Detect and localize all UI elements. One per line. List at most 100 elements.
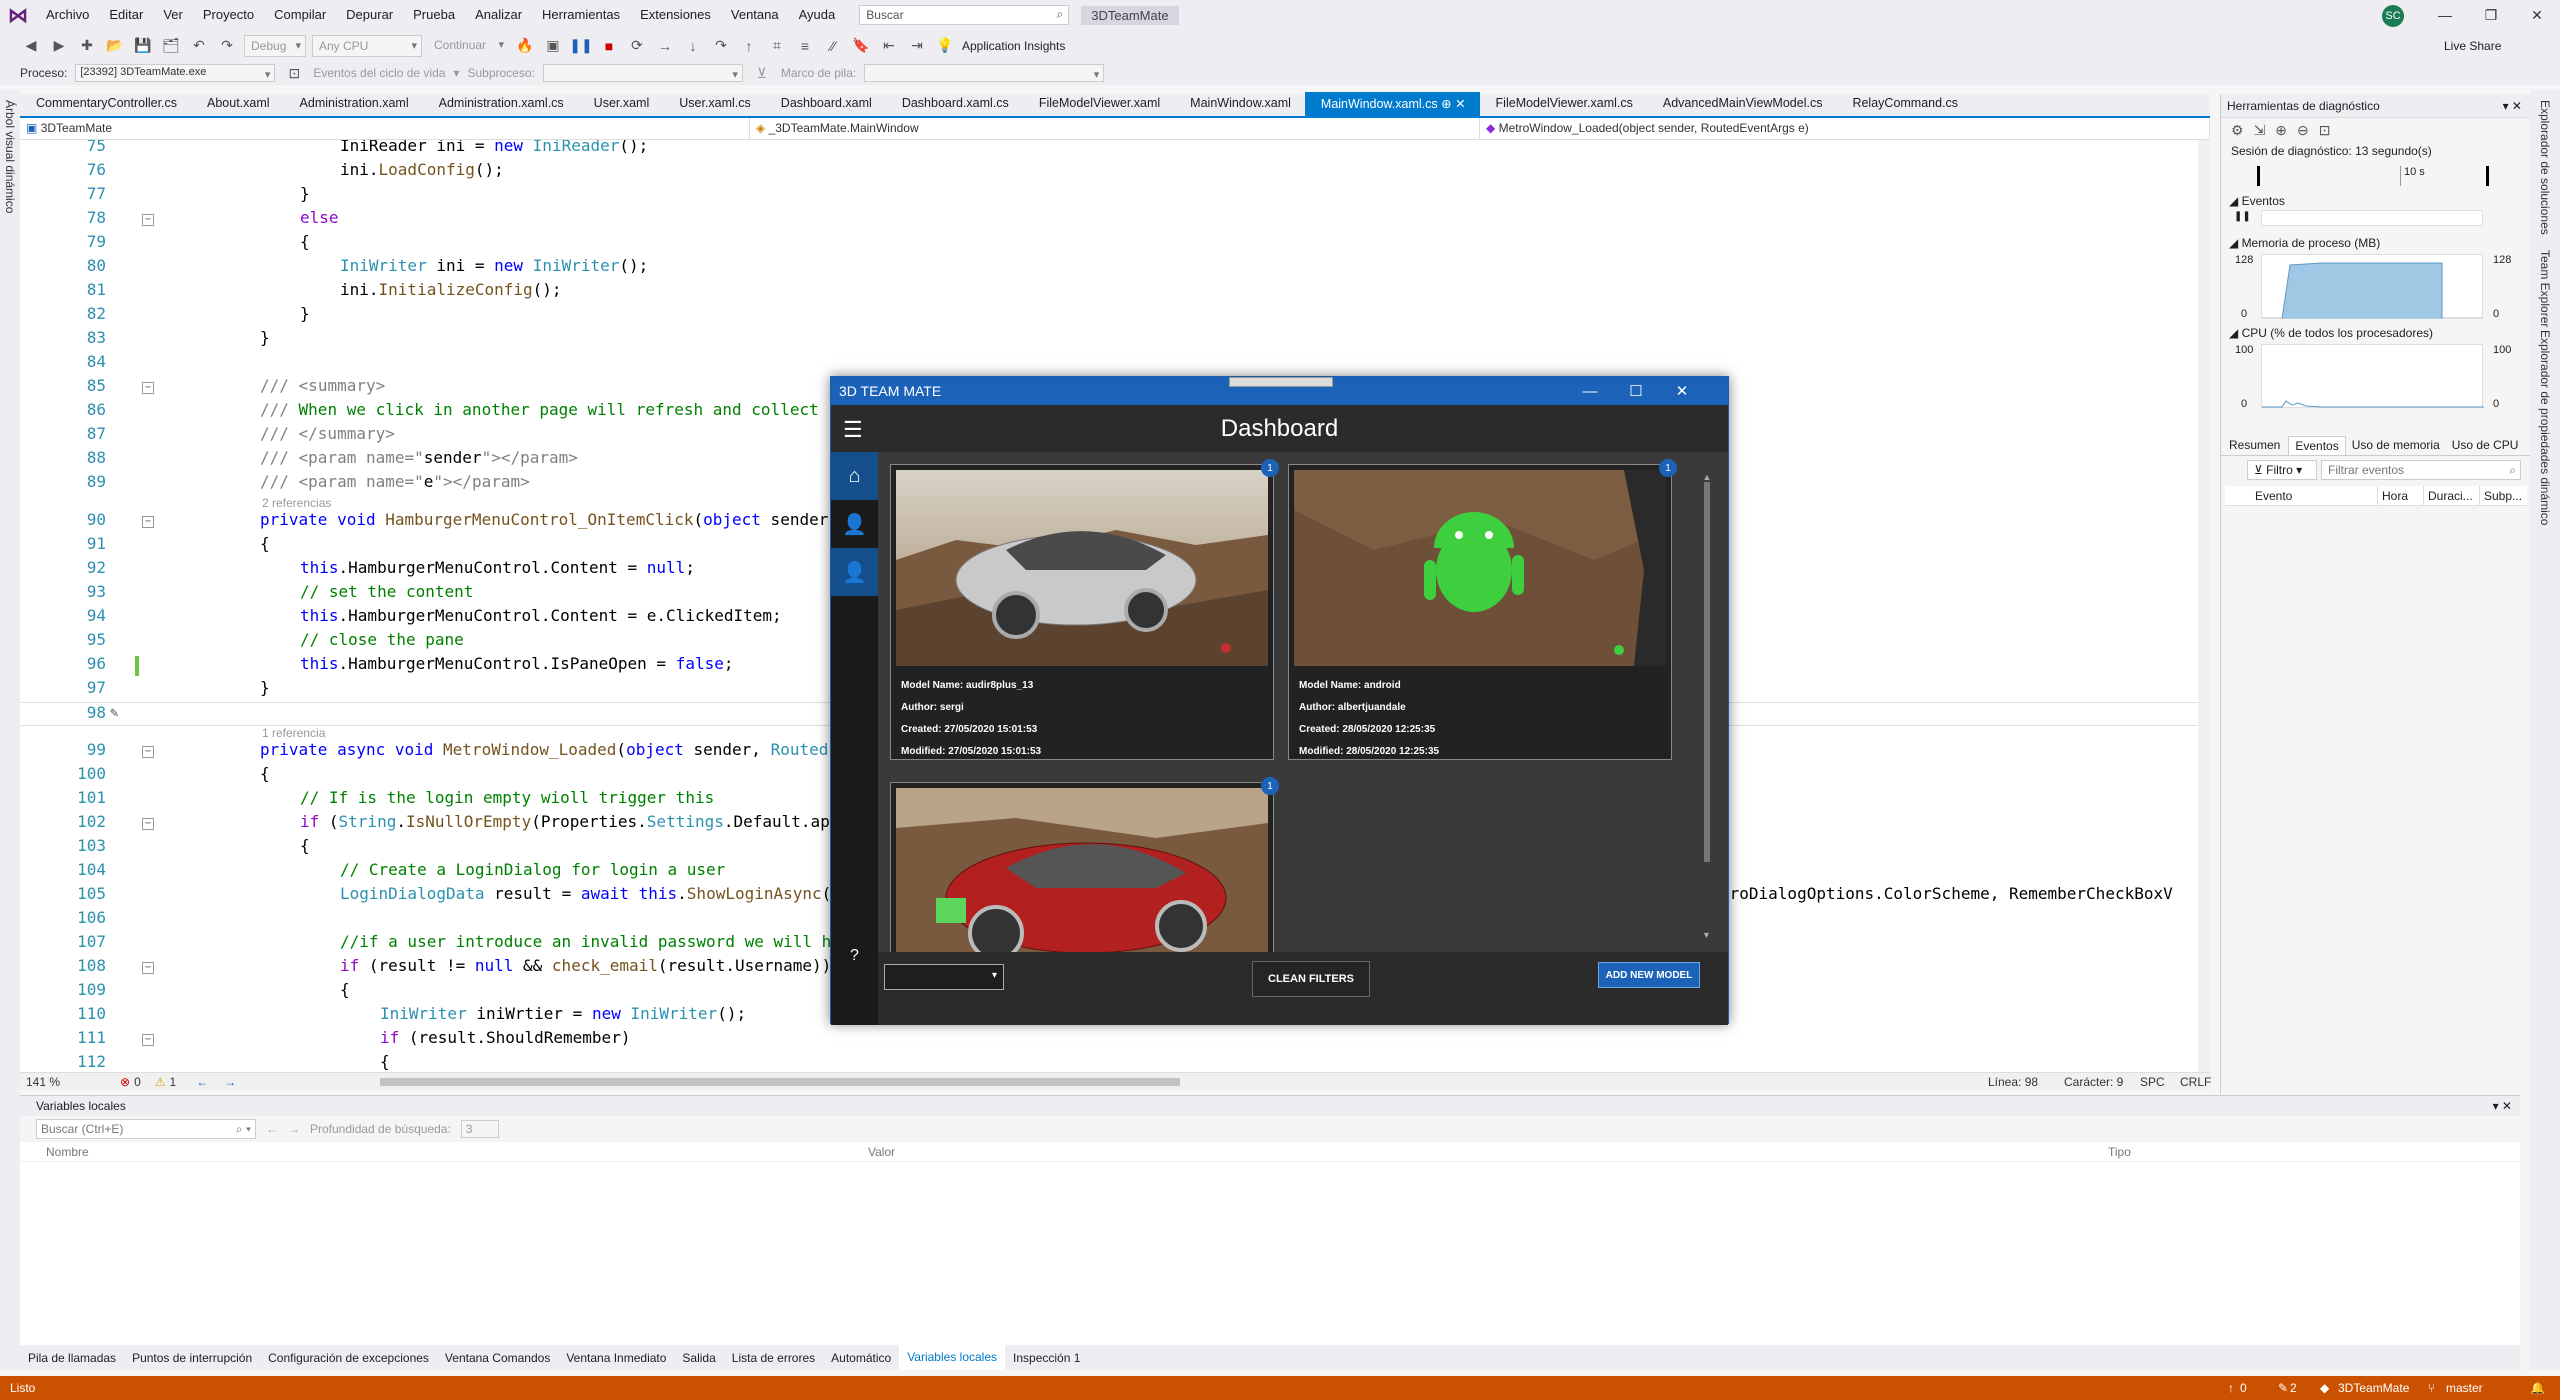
arrow-right-icon[interactable]: → bbox=[224, 1075, 236, 1089]
step-into-icon[interactable]: ↓ bbox=[682, 35, 704, 57]
menu-proyecto[interactable]: Proyecto bbox=[193, 0, 264, 30]
push-icon[interactable]: ↑ bbox=[2228, 1381, 2234, 1395]
tab-dashboard[interactable]: Dashboard.xaml bbox=[765, 92, 886, 116]
column-hora[interactable]: Hora bbox=[2377, 486, 2423, 505]
warning-icon[interactable]: ⚠ bbox=[155, 1075, 166, 1089]
tab-filemodelviewer-cs[interactable]: FileModelViewer.xaml.cs bbox=[1480, 92, 1647, 116]
memory-chart[interactable] bbox=[2261, 254, 2484, 320]
tab-mainwindow-cs[interactable]: MainWindow.xaml.cs ⊕ ✕ bbox=[1304, 92, 1480, 116]
close-tab-icon[interactable]: ✕ bbox=[1455, 97, 1465, 111]
bookmark-icon[interactable]: 🔖 bbox=[850, 35, 872, 57]
tab-commentarycontroller[interactable]: CommentaryController.cs bbox=[20, 92, 191, 116]
open-folder-icon[interactable]: 📂 bbox=[104, 35, 126, 57]
cpu-chart[interactable] bbox=[2261, 344, 2484, 408]
pause-icon[interactable]: ❚❚ bbox=[569, 35, 592, 57]
tab-call-stack[interactable]: Pila de llamadas bbox=[20, 1351, 124, 1365]
app-close-icon[interactable]: ✕ bbox=[1659, 377, 1705, 405]
vertical-scrollbar[interactable] bbox=[2198, 140, 2210, 1072]
add-new-model-button[interactable]: ADD NEW MODEL bbox=[1598, 962, 1700, 988]
whitespace-indicator[interactable]: SPC bbox=[2140, 1075, 2165, 1089]
menu-compilar[interactable]: Compilar bbox=[264, 0, 336, 30]
pause-events-icon[interactable]: ❚❚ bbox=[2234, 211, 2251, 222]
debug-toolbar-handle[interactable] bbox=[1229, 377, 1333, 387]
tab-filemodelviewer[interactable]: FileModelViewer.xaml bbox=[1023, 92, 1174, 116]
model-card[interactable]: 1 bbox=[890, 777, 1279, 952]
settings-icon[interactable]: ⚙ bbox=[2231, 122, 2244, 139]
tab-resumen[interactable]: Resumen bbox=[2221, 436, 2288, 455]
filter-events-input[interactable]: Filtrar eventos ⌕ bbox=[2321, 460, 2521, 480]
configuration-select[interactable]: Debug bbox=[244, 34, 306, 57]
reset-view-icon[interactable]: ⊡ bbox=[2319, 122, 2331, 139]
fire-icon[interactable]: 🔥 bbox=[514, 35, 536, 57]
zoom-out-icon[interactable]: ⊖ bbox=[2297, 122, 2309, 139]
close-icon[interactable]: ✕ bbox=[2514, 0, 2560, 30]
application-insights-button[interactable]: Application Insights bbox=[962, 39, 1065, 53]
branch-name[interactable]: master bbox=[2446, 1381, 2483, 1395]
menu-ventana[interactable]: Ventana bbox=[721, 0, 789, 30]
class-dropdown[interactable]: ◈ _3DTeamMate.MainWindow bbox=[750, 118, 1480, 139]
clean-filters-button[interactable]: CLEAN FILTERS bbox=[1252, 961, 1370, 997]
tab-relaycommand[interactable]: RelayCommand.cs bbox=[1836, 92, 1972, 116]
bookmark-prev-icon[interactable]: ⇤ bbox=[878, 35, 900, 57]
thread-select[interactable] bbox=[542, 64, 743, 82]
team-explorer-tab[interactable]: Team Explorer bbox=[2538, 250, 2552, 327]
redo-icon[interactable]: ↷ bbox=[216, 35, 238, 57]
menu-depurar[interactable]: Depurar bbox=[336, 0, 403, 30]
back-icon[interactable]: ← bbox=[266, 1122, 278, 1136]
lifecycle-events[interactable]: Eventos del ciclo de vida bbox=[313, 66, 445, 80]
bookmark-next-icon[interactable]: ⇥ bbox=[906, 35, 928, 57]
app-maximize-icon[interactable]: ☐ bbox=[1613, 377, 1659, 405]
visual-studio-logo-icon[interactable]: ⋈ bbox=[0, 0, 36, 30]
tab-breakpoints[interactable]: Puntos de interrupción bbox=[124, 1351, 260, 1365]
tab-locals[interactable]: Variables locales bbox=[899, 1345, 1006, 1370]
column-evento[interactable]: Evento bbox=[2225, 486, 2377, 505]
pin-icon[interactable]: ⊕ bbox=[1441, 97, 1451, 111]
stop-icon[interactable]: ■ bbox=[598, 35, 620, 57]
continue-button[interactable]: Continuar bbox=[428, 35, 508, 57]
hamburger-menu-icon[interactable]: ☰ bbox=[843, 417, 863, 443]
tab-watch-1[interactable]: Inspección 1 bbox=[1005, 1351, 1088, 1365]
step-icon[interactable]: → bbox=[654, 35, 676, 57]
scroll-down-icon[interactable]: ▼ bbox=[1702, 930, 1711, 940]
undo-icon[interactable]: ↶ bbox=[188, 35, 210, 57]
nav-user[interactable]: 👤 bbox=[831, 500, 878, 548]
search-depth-select[interactable]: 3 bbox=[460, 1120, 499, 1138]
edit-icon[interactable]: ✎ bbox=[2278, 1381, 2288, 1395]
column-subproceso[interactable]: Subp... bbox=[2479, 486, 2527, 505]
tab-uso-memoria[interactable]: Uso de memoria bbox=[2346, 436, 2446, 455]
screenshot-icon[interactable]: ▣ bbox=[542, 35, 564, 57]
comment-icon[interactable]: ⁄⁄ bbox=[822, 35, 844, 57]
app-minimize-icon[interactable]: — bbox=[1567, 377, 1613, 405]
menu-prueba[interactable]: Prueba bbox=[403, 0, 465, 30]
save-all-icon[interactable]: 🗂 bbox=[160, 35, 182, 57]
scrollbar-thumb[interactable] bbox=[1704, 482, 1710, 862]
menu-archivo[interactable]: Archivo bbox=[36, 0, 99, 30]
stack-frame-select[interactable] bbox=[864, 64, 1105, 82]
process-select[interactable]: [23392] 3DTeamMate.exe bbox=[75, 64, 276, 82]
filter-dropdown[interactable]: ⊻ Filtro ▾ bbox=[2247, 460, 2317, 480]
notifications-icon[interactable]: 🔔 bbox=[2530, 1381, 2545, 1395]
column-valor[interactable]: Valor bbox=[860, 1142, 2100, 1161]
tab-about[interactable]: About.xaml bbox=[191, 92, 284, 116]
tab-exception-settings[interactable]: Configuración de excepciones bbox=[260, 1351, 437, 1365]
menu-ver[interactable]: Ver bbox=[153, 0, 193, 30]
select-tools-icon[interactable]: ⇲ bbox=[2254, 122, 2266, 139]
format-icon[interactable]: ≡ bbox=[794, 35, 816, 57]
horizontal-scrollbar[interactable] bbox=[380, 1078, 1180, 1086]
restart-icon[interactable]: ⟳ bbox=[626, 35, 648, 57]
tab-dashboard-cs[interactable]: Dashboard.xaml.cs bbox=[886, 92, 1023, 116]
tab-output[interactable]: Salida bbox=[674, 1351, 723, 1365]
live-share-button[interactable]: Live Share bbox=[2444, 39, 2501, 53]
tab-uso-cpu[interactable]: Uso de CPU bbox=[2446, 436, 2525, 455]
panel-close-icon[interactable]: ▾ ✕ bbox=[2503, 99, 2522, 113]
column-indicator[interactable]: Carácter: 9 bbox=[2064, 1075, 2123, 1089]
line-indicator[interactable]: Línea: 98 bbox=[1988, 1075, 2038, 1089]
column-duracion[interactable]: Duraci... bbox=[2423, 486, 2479, 505]
minimize-icon[interactable]: — bbox=[2422, 0, 2468, 30]
member-dropdown[interactable]: ◆ MetroWindow_Loaded(object sender, Rout… bbox=[1480, 118, 2210, 139]
help-button[interactable]: ? bbox=[831, 932, 878, 980]
menu-analizar[interactable]: Analizar bbox=[465, 0, 532, 30]
line-ending-indicator[interactable]: CRLF bbox=[2180, 1075, 2211, 1089]
back-nav-icon[interactable]: ◀ bbox=[20, 35, 42, 57]
tab-eventos[interactable]: Eventos bbox=[2288, 436, 2346, 455]
